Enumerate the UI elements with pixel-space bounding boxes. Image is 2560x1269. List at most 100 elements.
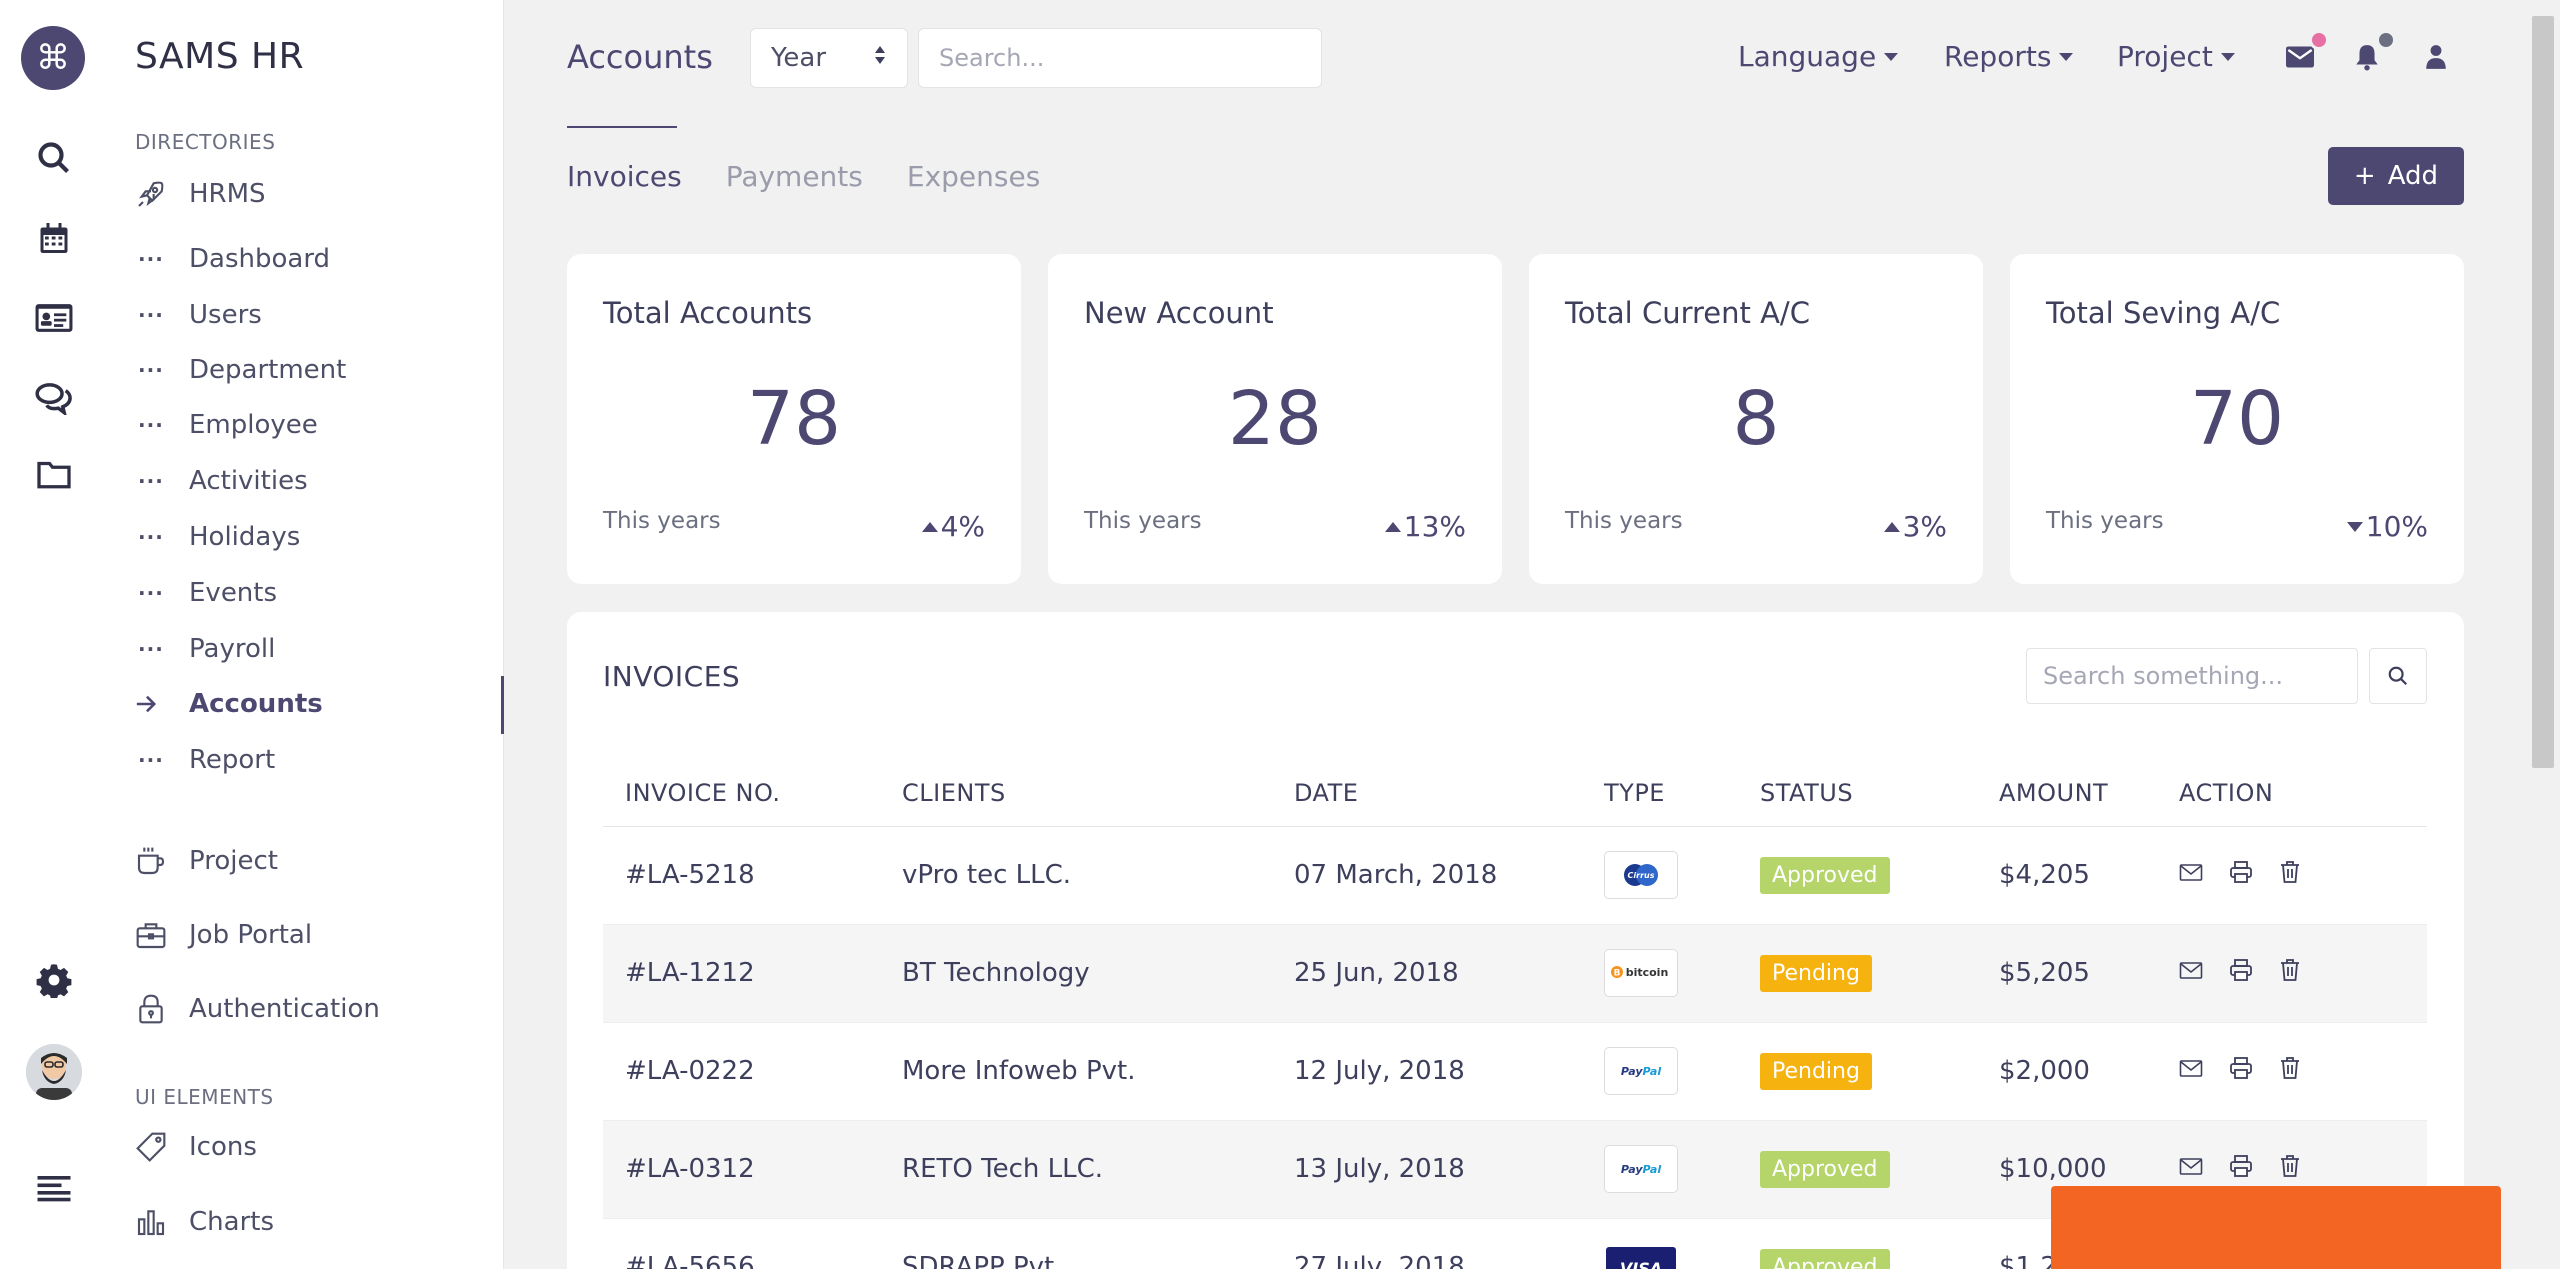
sidebar-item-label: Authentication <box>189 994 380 1024</box>
sidebar-item-dashboard[interactable]: ··· Dashboard <box>135 237 504 281</box>
mail-icon[interactable] <box>2179 958 2203 988</box>
sidebar-item-users[interactable]: ··· Users <box>135 293 504 337</box>
invoice-number[interactable]: #LA-1212 <box>603 924 880 1023</box>
stat-card-total-accounts: Total Accounts 78 This years 4% <box>567 254 1021 584</box>
dots-icon: ··· <box>138 581 164 605</box>
invoice-number[interactable]: #LA-0222 <box>603 1022 880 1121</box>
trash-icon[interactable] <box>2279 1154 2301 1185</box>
sidebar-item-events[interactable]: ··· Events <box>135 571 504 615</box>
sidebar-item-icons[interactable]: Icons <box>135 1125 504 1169</box>
tab-expenses[interactable]: Expenses <box>907 160 1040 193</box>
scroll-thumb[interactable] <box>2532 16 2554 768</box>
print-icon[interactable] <box>2229 1154 2253 1185</box>
invoice-amount: $2,000 <box>1977 1022 2157 1121</box>
status-cell: Approved <box>1738 826 1977 925</box>
card-period: This years <box>2046 508 2164 534</box>
id-card-icon[interactable] <box>30 294 78 342</box>
trash-icon[interactable] <box>2279 958 2301 989</box>
sidebar-item-hrms[interactable]: HRMS <box>135 172 504 216</box>
invoice-date: 27 July, 2018 <box>1272 1218 1582 1269</box>
invoice-number[interactable]: #LA-5656 <box>603 1218 880 1269</box>
avatar[interactable] <box>26 1044 82 1100</box>
sidebar-item-report[interactable]: ··· Report <box>135 738 504 782</box>
sidebar-item-department[interactable]: ··· Department <box>135 348 504 392</box>
sidebar-item-project[interactable]: Project <box>135 839 504 883</box>
sidebar-item-charts[interactable]: Charts <box>135 1200 504 1244</box>
reports-menu[interactable]: Reports <box>1944 40 2074 73</box>
mail-icon[interactable] <box>2179 860 2203 890</box>
bitcoin-logo-icon: Bbitcoin <box>1604 949 1678 997</box>
card-period: This years <box>1565 508 1683 534</box>
sidebar-item-label: Holidays <box>189 522 301 552</box>
mail-icon[interactable] <box>2179 1154 2203 1184</box>
menu-icon[interactable] <box>30 1164 78 1212</box>
language-menu[interactable]: Language <box>1738 40 1899 73</box>
svg-text:PayPal: PayPal <box>1621 1163 1661 1176</box>
year-select[interactable]: Year <box>750 28 908 88</box>
card-delta: 3% <box>1883 510 1947 543</box>
trash-icon[interactable] <box>2279 860 2301 891</box>
trash-icon[interactable] <box>2279 1056 2301 1087</box>
invoice-number[interactable]: #LA-5218 <box>603 826 880 925</box>
chat-widget[interactable] <box>2051 1186 2501 1269</box>
sidebar-item-employee[interactable]: ··· Employee <box>135 403 504 447</box>
search-icon <box>2388 666 2408 686</box>
card-delta-value: 3% <box>1902 510 1947 543</box>
invoice-search-input[interactable] <box>2026 648 2358 704</box>
print-icon[interactable] <box>2229 958 2253 989</box>
card-label: Total Seving A/C <box>2046 296 2281 330</box>
coffee-icon <box>135 845 189 877</box>
print-icon[interactable] <box>2229 1056 2253 1087</box>
card-delta-value: 4% <box>940 510 985 543</box>
project-menu[interactable]: Project <box>2117 40 2235 73</box>
search-input[interactable] <box>918 28 1322 88</box>
status-cell: Approved <box>1738 1218 1977 1269</box>
invoices-panel: INVOICES INVOICE NO. CLIENTS DATE TYPE S… <box>567 612 2464 1269</box>
add-button[interactable]: + Add <box>2328 147 2464 205</box>
user-icon[interactable] <box>2419 40 2453 74</box>
bell-icon[interactable] <box>2350 30 2396 74</box>
search-icon[interactable] <box>30 134 78 182</box>
card-delta-value: 10% <box>2365 510 2428 543</box>
client-name: SDRAPP Pvt. <box>880 1218 1272 1269</box>
tab-invoices[interactable]: Invoices <box>567 160 682 193</box>
column-header[interactable]: AMOUNT <box>1977 760 2157 827</box>
card-value: 8 <box>1732 376 1780 462</box>
invoice-search-button[interactable] <box>2369 648 2427 704</box>
print-icon[interactable] <box>2229 860 2253 891</box>
column-header[interactable]: TYPE <box>1582 760 1738 827</box>
dots-icon: ··· <box>138 247 164 271</box>
column-header[interactable]: STATUS <box>1738 760 1977 827</box>
sidebar-item-activities[interactable]: ··· Activities <box>135 459 504 503</box>
trend-up-icon <box>921 521 938 532</box>
table-header-row: INVOICE NO. CLIENTS DATE TYPE STATUS AMO… <box>603 760 2427 827</box>
icon-rail: ⌘ <box>0 0 108 1269</box>
chat-icon[interactable] <box>30 374 78 422</box>
sidebar-item-label: Payroll <box>189 634 276 664</box>
paypal-logo-icon: PayPal <box>1604 1145 1678 1193</box>
table-row[interactable]: #LA-1212 BT Technology 25 Jun, 2018 Bbitcoi… <box>603 924 2427 1023</box>
sidebar-item-authentication[interactable]: Authentication <box>135 987 504 1031</box>
table-row[interactable]: #LA-5218 vPro tec LLC. 07 March, 2018 Cirru… <box>603 826 2427 925</box>
mail-icon[interactable] <box>2283 30 2329 74</box>
card-delta: 13% <box>1384 510 1466 543</box>
calendar-icon[interactable] <box>30 214 78 262</box>
sidebar-item-payroll[interactable]: ··· Payroll <box>135 627 504 671</box>
column-header[interactable]: CLIENTS <box>880 760 1272 827</box>
tab-payments[interactable]: Payments <box>726 160 863 193</box>
table-row[interactable]: #LA-0222 More Infoweb Pvt. 12 July, 2018 Pa… <box>603 1022 2427 1121</box>
invoice-number[interactable]: #LA-0312 <box>603 1120 880 1219</box>
sidebar-item-holidays[interactable]: ··· Holidays <box>135 515 504 559</box>
sidebar-item-label: Icons <box>189 1132 257 1162</box>
sidebar-item-accounts[interactable]: Accounts <box>135 682 504 726</box>
sidebar-item-label: Users <box>189 300 262 330</box>
scrollbar[interactable] <box>2524 0 2560 1269</box>
column-header[interactable]: DATE <box>1272 760 1582 827</box>
app-logo[interactable]: ⌘ <box>21 26 85 90</box>
column-header[interactable]: INVOICE NO. <box>603 760 880 827</box>
mail-icon[interactable] <box>2179 1056 2203 1086</box>
status-badge: Approved <box>1760 856 1890 894</box>
folder-icon[interactable] <box>30 450 78 498</box>
sidebar-item-job-portal[interactable]: Job Portal <box>135 913 504 957</box>
gear-icon[interactable] <box>30 956 78 1004</box>
